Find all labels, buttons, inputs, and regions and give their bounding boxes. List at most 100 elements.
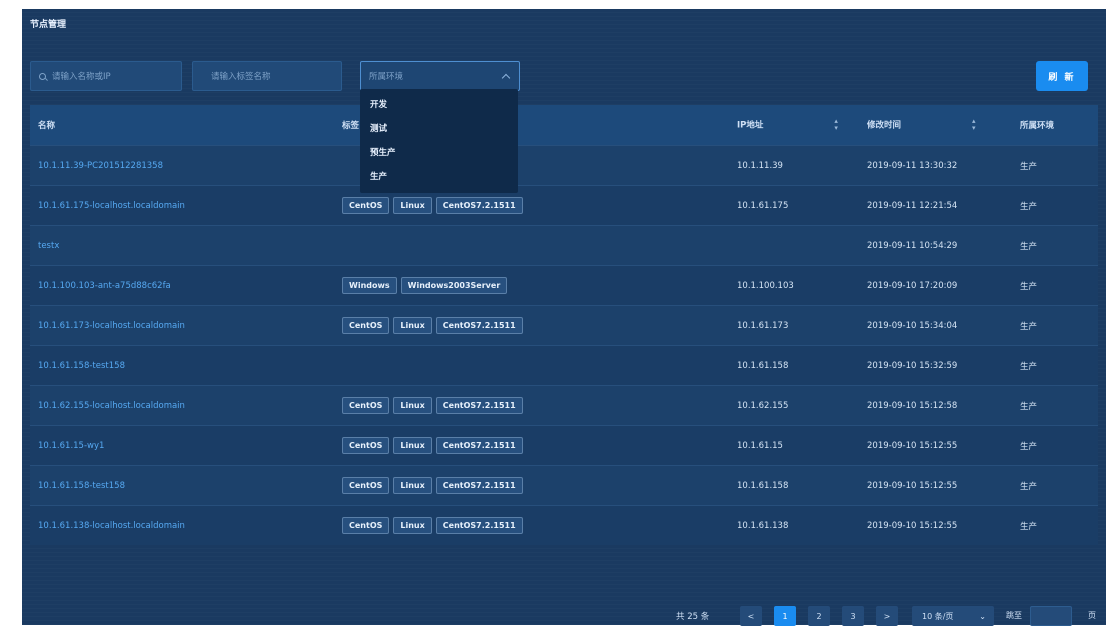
tag-badge: Windows	[342, 277, 397, 294]
env-cell: 生产	[1020, 441, 1038, 452]
modified-time-cell: 2019-09-11 13:30:32	[867, 160, 958, 171]
next-page-button[interactable]: >	[876, 606, 898, 626]
search-placeholder: 请输入名称或IP	[52, 72, 111, 82]
env-select[interactable]: 所属环境	[360, 61, 520, 91]
env-option-dev[interactable]: 开发	[360, 93, 518, 117]
modified-time-cell: 2019-09-10 15:12:55	[867, 480, 958, 491]
modified-time-cell: 2019-09-11 12:21:54	[867, 200, 958, 211]
tags-cell: CentOS Linux CentOS7.2.1511	[342, 397, 737, 414]
ip-cell: 10.1.61.158	[737, 360, 789, 371]
refresh-button[interactable]: 刷 新	[1036, 61, 1088, 91]
header-ip-label: IP地址	[737, 120, 764, 131]
tag-input[interactable]: 请输入标签名称	[192, 61, 342, 91]
tag-badge: CentOS7.2.1511	[435, 477, 523, 494]
table-row[interactable]: 10.1.62.155-localhost.localdomain CentOS L…	[30, 385, 1098, 425]
tag-badge: CentOS7.2.1511	[435, 317, 523, 334]
sort-icon[interactable]: ▴ ▾	[834, 118, 838, 132]
tags-cell: CentOS Linux CentOS7.2.1511	[342, 437, 737, 454]
search-icon	[39, 72, 46, 80]
page-size-label: 10 条/页	[922, 611, 954, 621]
tag-badge: CentOS7.2.1511	[435, 197, 523, 214]
header-name: 名称	[38, 121, 56, 131]
table-row[interactable]: 10.1.11.39-PC201512281358 10.1.11.39 2019-…	[30, 145, 1098, 185]
table-header: 名称 标签 IP地址 ▴ ▾ 修改时间 ▴ ▾ 所属环境	[30, 105, 1098, 145]
table-row[interactable]: 10.1.61.138-localhost.localdomain CentOS L…	[30, 505, 1098, 545]
node-name-link[interactable]: 10.1.61.138-localhost.localdomain	[30, 521, 342, 531]
node-name-link[interactable]: 10.1.61.15-wy1	[30, 441, 342, 451]
table-row[interactable]: 10.1.61.158-test158 10.1.61.158 2019-09-10…	[30, 345, 1098, 385]
node-name-link[interactable]: 10.1.61.158-test158	[30, 361, 342, 371]
env-option-test[interactable]: 测试	[360, 117, 518, 141]
table-body: 10.1.11.39-PC201512281358 10.1.11.39 2019-…	[30, 145, 1098, 545]
sort-icon[interactable]: ▴ ▾	[972, 118, 976, 132]
env-cell: 生产	[1020, 321, 1038, 332]
tag-placeholder: 请输入标签名称	[211, 72, 271, 82]
ip-cell: 10.1.100.103	[737, 280, 794, 291]
ip-cell: 10.1.61.158	[737, 480, 789, 491]
tag-badge: CentOS	[342, 517, 390, 534]
tag-badge: CentOS7.2.1511	[435, 517, 523, 534]
header-ip[interactable]: IP地址 ▴ ▾	[737, 118, 867, 132]
page-button-3[interactable]: 3	[842, 606, 864, 626]
env-placeholder: 所属环境	[369, 72, 404, 82]
tags-cell: CentOS Linux CentOS7.2.1511	[342, 197, 737, 214]
goto-page-input[interactable]	[1030, 606, 1072, 626]
filter-toolbar: 请输入名称或IP 请输入标签名称 所属环境 刷 新	[30, 61, 1098, 91]
header-modified[interactable]: 修改时间 ▴ ▾	[867, 118, 1020, 132]
table-row[interactable]: testx 2019-09-11 10:54:29 生产	[30, 225, 1098, 265]
modified-time-cell: 2019-09-10 15:32:59	[867, 360, 958, 371]
tags-cell: CentOS Linux CentOS7.2.1511	[342, 517, 737, 534]
tag-badge: CentOS	[342, 437, 390, 454]
env-option-prod[interactable]: 生产	[360, 165, 518, 189]
env-dropdown-menu: 开发 测试 预生产 生产	[360, 89, 518, 193]
env-option-preprod[interactable]: 预生产	[360, 141, 518, 165]
env-cell: 生产	[1020, 481, 1038, 492]
table-row[interactable]: 10.1.61.173-localhost.localdomain CentOS L…	[30, 305, 1098, 345]
node-name-link[interactable]: 10.1.62.155-localhost.localdomain	[30, 401, 342, 411]
env-cell: 生产	[1020, 241, 1038, 252]
tags-cell: CentOS Linux CentOS7.2.1511	[342, 477, 737, 494]
page-button-2[interactable]: 2	[808, 606, 830, 626]
header-env: 所属环境	[1020, 121, 1055, 131]
env-cell: 生产	[1020, 401, 1038, 412]
ip-cell: 10.1.61.175	[737, 200, 789, 211]
tag-badge: Linux	[393, 197, 432, 214]
node-table: 名称 标签 IP地址 ▴ ▾ 修改时间 ▴ ▾ 所属环境 10.1.11.39-PC…	[30, 105, 1098, 545]
node-name-link[interactable]: 10.1.61.158-test158	[30, 481, 342, 491]
node-name-link[interactable]: 10.1.100.103-ant-a75d88c62fa	[30, 281, 342, 291]
table-row[interactable]: 10.1.100.103-ant-a75d88c62fa Windows Windo…	[30, 265, 1098, 305]
env-cell: 生产	[1020, 161, 1038, 172]
page-title: 节点管理	[30, 20, 67, 30]
ip-cell: 10.1.61.138	[737, 520, 789, 531]
tags-cell: CentOS Linux CentOS7.2.1511	[342, 317, 737, 334]
page-button-1[interactable]: 1	[774, 606, 796, 626]
tag-badge: Linux	[393, 437, 432, 454]
total-count: 共 25 条	[676, 612, 710, 622]
search-input[interactable]: 请输入名称或IP	[30, 61, 182, 91]
tag-badge: Linux	[393, 317, 432, 334]
ip-cell: 10.1.61.15	[737, 440, 783, 451]
table-row[interactable]: 10.1.61.15-wy1 CentOS Linux CentOS7.2.1511 1…	[30, 425, 1098, 465]
page-unit-label: 页	[1088, 611, 1096, 620]
tag-badge: CentOS7.2.1511	[435, 397, 523, 414]
tags-cell: Windows Windows2003Server	[342, 277, 737, 294]
tag-badge: CentOS	[342, 477, 390, 494]
node-name-link[interactable]: testx	[30, 241, 342, 251]
tag-badge: Linux	[393, 477, 432, 494]
table-row[interactable]: 10.1.61.158-test158 CentOS Linux CentOS7.2.…	[30, 465, 1098, 505]
prev-page-button[interactable]: <	[740, 606, 762, 626]
node-name-link[interactable]: 10.1.61.173-localhost.localdomain	[30, 321, 342, 331]
node-name-link[interactable]: 10.1.11.39-PC201512281358	[30, 161, 342, 171]
table-row[interactable]: 10.1.61.175-localhost.localdomain CentOS L…	[30, 185, 1098, 225]
env-cell: 生产	[1020, 281, 1038, 292]
node-name-link[interactable]: 10.1.61.175-localhost.localdomain	[30, 201, 342, 211]
tag-badge: CentOS	[342, 317, 390, 334]
tag-badge: Windows2003Server	[400, 277, 508, 294]
modified-time-cell: 2019-09-11 10:54:29	[867, 240, 958, 251]
chevron-up-icon	[501, 73, 511, 83]
tag-badge: CentOS7.2.1511	[435, 437, 523, 454]
header-modified-label: 修改时间	[867, 120, 902, 131]
env-cell: 生产	[1020, 521, 1038, 532]
tag-badge: Linux	[393, 397, 432, 414]
page-size-select[interactable]: 10 条/页 ⌄	[912, 606, 994, 626]
